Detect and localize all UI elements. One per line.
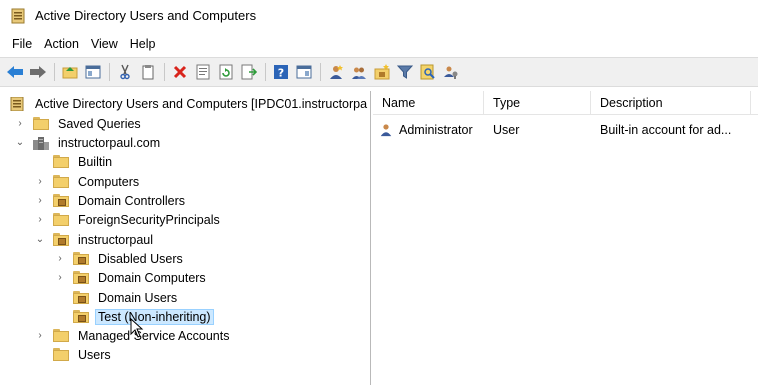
tree-root[interactable]: Active Directory Users and Computers [IP… — [10, 94, 370, 113]
properties-icon[interactable] — [193, 62, 213, 82]
tree-item-domain[interactable]: ⌄ instructorpaul.com — [15, 133, 163, 152]
delegate-icon[interactable] — [441, 62, 461, 82]
chevron-right-icon[interactable]: › — [15, 118, 25, 129]
toolbar-separator — [109, 63, 110, 81]
title-bar[interactable]: Active Directory Users and Computers — [0, 0, 758, 31]
tree-item-label: Computers — [78, 174, 140, 189]
toolbar: ? — [0, 57, 758, 87]
chevron-right-icon[interactable]: › — [55, 272, 65, 283]
mmc-window: Active Directory Users and Computers Fil… — [0, 0, 758, 385]
domain-icon — [33, 136, 49, 150]
aduc-root-icon — [10, 96, 26, 112]
tree-item-label: Domain Users — [98, 290, 178, 305]
tree-item-ou-instructorpaul[interactable]: ⌄ instructorpaul — [35, 230, 156, 249]
tree-item-label: Domain Controllers — [78, 193, 185, 208]
menu-bar: File Action View Help — [0, 33, 758, 55]
cell-type: User — [493, 123, 520, 137]
aduc-app-icon — [10, 8, 26, 24]
chevron-right-icon[interactable]: › — [35, 330, 45, 341]
tree-item-domain-computers[interactable]: › Domain Computers — [55, 268, 209, 287]
forward-icon[interactable] — [28, 62, 48, 82]
cut-icon[interactable] — [115, 62, 135, 82]
tree-item-label: Managed Service Accounts — [78, 328, 230, 343]
menu-help[interactable]: Help — [124, 37, 162, 51]
tree-item-label: instructorpaul.com — [58, 135, 161, 150]
tree-item-label: instructorpaul — [78, 232, 154, 247]
chevron-right-icon[interactable]: › — [35, 176, 45, 187]
find-icon[interactable] — [418, 62, 438, 82]
filter-icon[interactable] — [395, 62, 415, 82]
ou-folder-icon — [53, 233, 69, 246]
tree-item-label: Test (Non-inheriting) — [95, 308, 214, 325]
tree-item-saved-queries[interactable]: › Saved Queries — [15, 114, 144, 133]
user-icon — [373, 122, 393, 138]
tree-item-label: Saved Queries — [58, 116, 141, 131]
tree-item-disabled-users[interactable]: › Disabled Users — [55, 249, 186, 268]
up-folder-icon[interactable] — [60, 62, 80, 82]
back-icon[interactable] — [5, 62, 25, 82]
help-icon[interactable]: ? — [271, 62, 291, 82]
cell-name: Administrator — [399, 123, 473, 137]
menu-action[interactable]: Action — [38, 37, 85, 51]
tree-root-label: Active Directory Users and Computers [IP… — [35, 96, 368, 111]
chevron-right-icon[interactable]: › — [55, 253, 65, 264]
tree-item-label: Domain Computers — [98, 270, 206, 285]
tree-item-builtin[interactable]: Builtin — [53, 152, 115, 171]
results-list[interactable]: Name Type Description Administrator User… — [373, 91, 758, 385]
chevron-right-icon[interactable]: › — [35, 195, 45, 206]
toolbar-separator — [265, 63, 266, 81]
folder-icon — [53, 213, 69, 226]
toolbar-separator — [164, 63, 165, 81]
column-header-description[interactable]: Description — [591, 91, 751, 115]
tree-item-label: Disabled Users — [98, 251, 183, 266]
folder-icon — [53, 175, 69, 188]
ou-folder-icon — [73, 271, 89, 284]
console-icon[interactable] — [294, 62, 314, 82]
column-header-type[interactable]: Type — [484, 91, 591, 115]
tree-item-label: Builtin — [78, 154, 113, 169]
window-title: Active Directory Users and Computers — [35, 8, 257, 23]
new-group-icon[interactable] — [349, 62, 369, 82]
ou-folder-icon — [73, 291, 89, 304]
tree-item-domain-users[interactable]: Domain Users — [73, 288, 180, 307]
tree-item-foreign-security-principals[interactable]: › ForeignSecurityPrincipals — [35, 210, 223, 229]
column-header-name[interactable]: Name — [373, 91, 484, 115]
tree-item-label: Users — [78, 347, 111, 362]
folder-icon — [53, 348, 69, 361]
copy-icon[interactable] — [138, 62, 158, 82]
export-list-icon[interactable] — [239, 62, 259, 82]
ou-folder-icon — [73, 252, 89, 265]
show-tree-icon[interactable] — [83, 62, 103, 82]
refresh-icon[interactable] — [216, 62, 236, 82]
new-user-icon[interactable] — [326, 62, 346, 82]
toolbar-separator — [54, 63, 55, 81]
list-header: Name Type Description — [373, 91, 758, 115]
folder-icon — [53, 155, 69, 168]
tree-item-label: ForeignSecurityPrincipals — [78, 212, 220, 227]
folder-icon — [33, 117, 49, 130]
folder-icon — [53, 329, 69, 342]
new-ou-icon[interactable] — [372, 62, 392, 82]
mouse-pointer-icon — [130, 317, 144, 338]
toolbar-separator — [320, 63, 321, 81]
menu-file[interactable]: File — [6, 37, 38, 51]
chevron-down-icon[interactable]: ⌄ — [35, 234, 45, 245]
ou-folder-icon — [73, 310, 89, 323]
ou-folder-icon — [53, 194, 69, 207]
cell-description: Built-in account for ad... — [600, 123, 732, 137]
console-tree[interactable]: Active Directory Users and Computers [IP… — [4, 91, 371, 385]
tree-item-users[interactable]: Users — [53, 345, 114, 364]
chevron-right-icon[interactable]: › — [35, 214, 45, 225]
delete-icon[interactable] — [170, 62, 190, 82]
tree-item-computers[interactable]: › Computers — [35, 172, 142, 191]
tree-item-domain-controllers[interactable]: › Domain Controllers — [35, 191, 188, 210]
svg-text:?: ? — [278, 67, 284, 80]
list-item[interactable]: Administrator User Built-in account for … — [373, 120, 758, 140]
chevron-down-icon[interactable]: ⌄ — [15, 137, 25, 148]
menu-view[interactable]: View — [85, 37, 124, 51]
